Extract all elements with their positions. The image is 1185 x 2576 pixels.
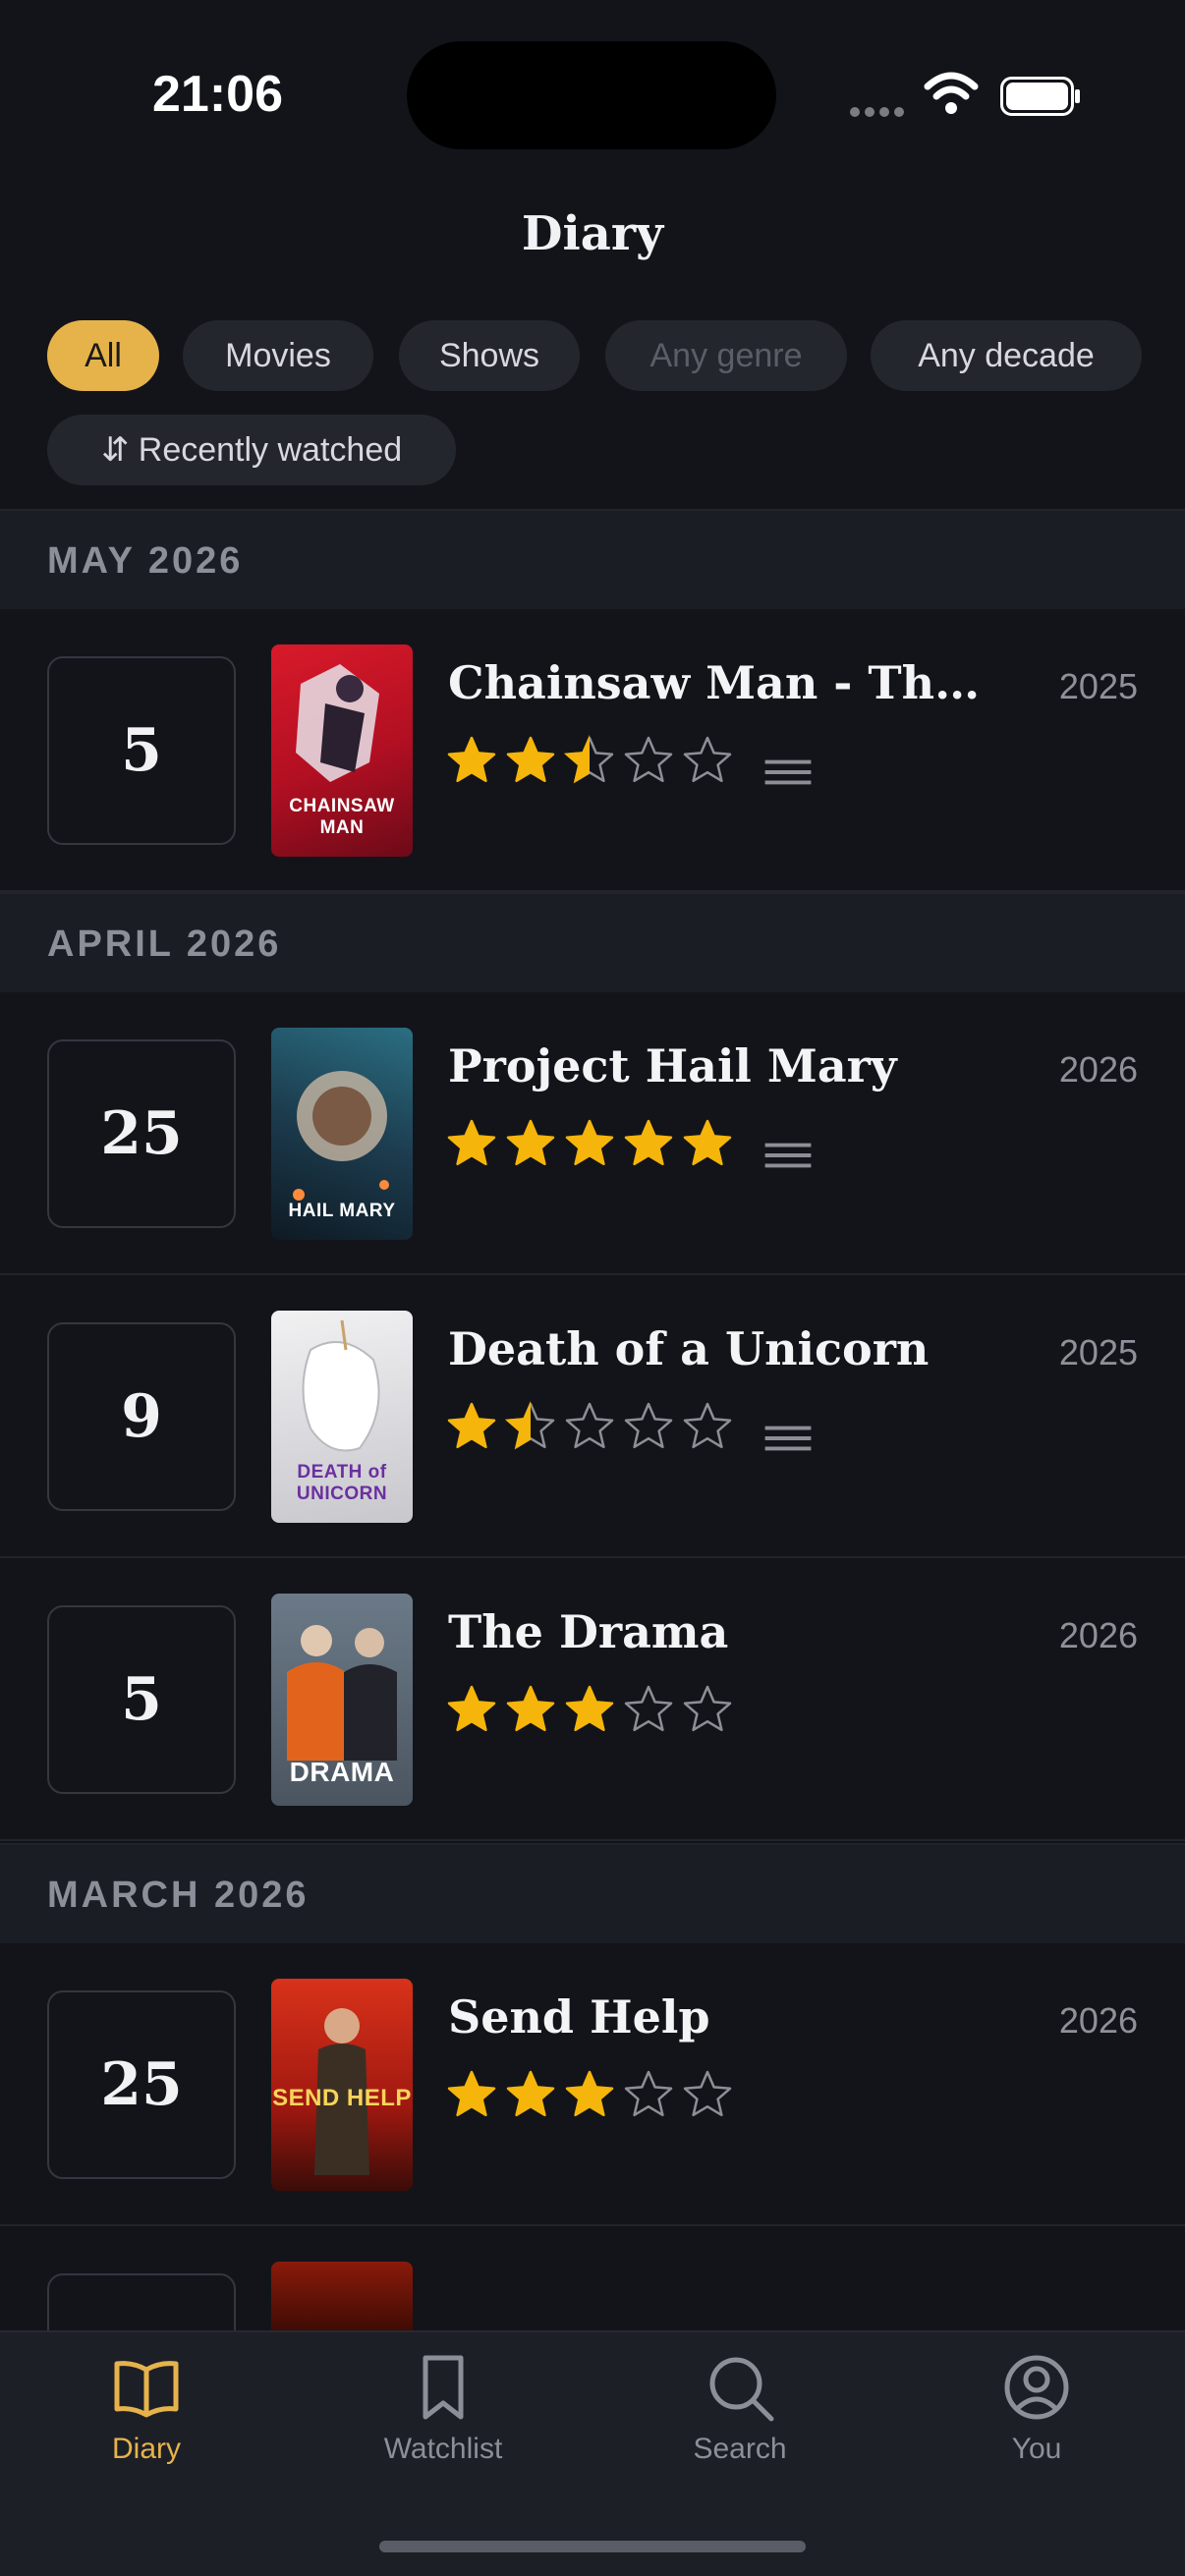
entry-day: 5	[47, 1605, 236, 1794]
star-empty-icon	[624, 1402, 673, 1449]
star-rating	[446, 2069, 741, 2124]
battery-icon	[1000, 77, 1080, 116]
filter-decade-chip[interactable]: Any decade	[871, 320, 1142, 391]
star-full-icon	[447, 1685, 496, 1732]
status-time: 21:06	[152, 66, 283, 123]
star-empty-icon	[683, 2070, 732, 2117]
entry-poster: HAIL MARY	[271, 1028, 413, 1240]
entry-poster: SEND HELP	[271, 1979, 413, 2191]
star-empty-icon	[683, 736, 732, 783]
star-full-icon	[506, 1119, 555, 1166]
entry-year: 2026	[1058, 1615, 1138, 1655]
star-empty-icon	[683, 1402, 732, 1449]
star-empty-icon	[624, 2070, 673, 2117]
star-full-icon	[447, 1402, 496, 1449]
star-full-icon	[683, 1119, 732, 1166]
section-month-label: APRIL 2026	[47, 924, 282, 965]
wifi-icon	[924, 72, 979, 114]
dynamic-island	[407, 41, 776, 149]
star-rating	[446, 1401, 821, 1456]
tab-label: Watchlist	[383, 2433, 503, 2465]
section-header-march-2026: MARCH 2026	[0, 1843, 1185, 1943]
poster-title-text: DEATH of UNICORN	[296, 1462, 388, 1504]
star-empty-icon	[624, 1685, 673, 1732]
tab-bar: Diary Watchlist Search You	[0, 2330, 1185, 2576]
star-full-icon	[565, 2070, 614, 2117]
review-lines-icon	[764, 1426, 812, 1451]
star-empty-icon	[683, 1685, 732, 1732]
section-header-may-2026: MAY 2026	[0, 509, 1185, 609]
tab-search[interactable]: Search	[642, 2350, 838, 2466]
entry-poster: DEATH of UNICORN	[271, 1311, 413, 1523]
entry-year: 2025	[1058, 666, 1138, 706]
poster-title-text: SEND HELP	[272, 2085, 412, 2111]
tab-label: Diary	[111, 2433, 181, 2465]
star-full-icon	[565, 1685, 614, 1732]
cellular-icon	[850, 104, 909, 117]
section-month-label: MAY 2026	[47, 540, 244, 582]
poster-title-text: HAIL MARY	[288, 1201, 396, 1221]
entry-year: 2025	[1058, 1332, 1138, 1372]
section-month-label: MARCH 2026	[47, 1875, 310, 1916]
poster-title-text: CHAINSAW MAN	[289, 796, 395, 838]
review-lines-icon	[764, 759, 812, 785]
star-rating	[446, 735, 821, 790]
bookmark-icon	[423, 2355, 464, 2420]
profile-icon	[1004, 2355, 1069, 2420]
entry-day: 25	[47, 1990, 236, 2179]
search-icon	[709, 2357, 774, 2422]
poster-title-text: DRAMA	[289, 1757, 395, 1787]
star-rating	[446, 1118, 821, 1173]
entry-day: 9	[47, 1322, 236, 1511]
filter-shows-chip[interactable]: Shows	[399, 320, 580, 391]
tab-diary[interactable]: Diary	[48, 2350, 245, 2466]
entry-title: Chainsaw Man - The Movie: Reze Arc	[448, 656, 1008, 709]
diary-entry-row[interactable]: 5 CHAINSAW MAN Chainsaw Man - The Movie:…	[0, 609, 1185, 892]
status-bar: 21:06	[0, 0, 1185, 187]
tab-label: You	[1011, 2433, 1062, 2465]
star-half-icon	[564, 735, 614, 784]
star-full-icon	[624, 1119, 673, 1166]
entry-title: Send Help	[448, 1990, 710, 2044]
tab-you[interactable]: You	[938, 2350, 1135, 2466]
diary-entry-row[interactable]: 25 HAIL MARY Project Hail Mary 2026	[0, 992, 1185, 1275]
star-half-icon	[505, 1401, 555, 1450]
section-header-april-2026: APRIL 2026	[0, 892, 1185, 992]
star-full-icon	[447, 2070, 496, 2117]
star-empty-icon	[624, 736, 673, 783]
star-empty-icon	[565, 1402, 614, 1449]
sort-chip[interactable]: ⇵ Recently watched	[47, 415, 456, 485]
book-open-icon	[114, 2361, 179, 2418]
entry-title: Death of a Unicorn	[448, 1322, 930, 1375]
page-title: Diary	[521, 206, 664, 261]
star-full-icon	[447, 1119, 496, 1166]
star-full-icon	[506, 736, 555, 783]
entry-title: The Drama	[448, 1605, 729, 1658]
filter-movies-chip[interactable]: Movies	[183, 320, 373, 391]
tab-label: Search	[693, 2433, 787, 2465]
diary-entry-row[interactable]: 9 DEATH of UNICORN Death of a Unicorn 20…	[0, 1275, 1185, 1558]
diary-entry-row[interactable]: 5 DRAMA The Drama 2026	[0, 1558, 1185, 1841]
entry-year: 2026	[1058, 2000, 1138, 2041]
review-lines-icon	[764, 1143, 812, 1168]
star-full-icon	[565, 1119, 614, 1166]
tab-watchlist[interactable]: Watchlist	[345, 2350, 541, 2466]
entry-year: 2026	[1058, 1049, 1138, 1090]
entry-day: 5	[47, 656, 236, 845]
entry-poster: CHAINSAW MAN	[271, 644, 413, 857]
entry-poster: DRAMA	[271, 1594, 413, 1806]
entry-title: Project Hail Mary	[448, 1039, 897, 1092]
star-full-icon	[506, 2070, 555, 2117]
entry-day: 25	[47, 1039, 236, 1228]
filter-all-chip[interactable]: All	[47, 320, 159, 391]
home-indicator	[379, 2541, 806, 2552]
star-rating	[446, 1684, 741, 1739]
star-full-icon	[447, 736, 496, 783]
star-full-icon	[506, 1685, 555, 1732]
filter-genre-chip[interactable]: Any genre	[605, 320, 847, 391]
diary-entry-row[interactable]: 25 SEND HELP Send Help 2026	[0, 1943, 1185, 2226]
